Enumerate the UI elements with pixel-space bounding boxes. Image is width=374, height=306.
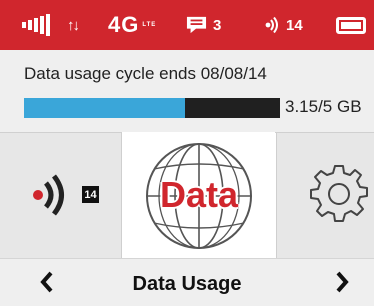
wifi-broadcast-icon: [33, 174, 64, 216]
messages-indicator[interactable]: 3: [184, 0, 221, 50]
cycle-end-text: Data usage cycle ends 08/08/14: [24, 64, 267, 83]
footer-nav: Data Usage: [0, 258, 374, 306]
wifi-broadcast-icon: [265, 16, 278, 34]
gear-icon: [310, 165, 368, 222]
wifi-clients-count: 14: [286, 16, 303, 34]
usage-amount-text: 3.15/5 GB: [285, 97, 362, 116]
network-type-indicator: 4G LTE: [108, 0, 157, 50]
network-type-label: 4G: [108, 12, 140, 37]
message-icon: [186, 16, 207, 34]
tile-wifi-clients[interactable]: 14: [0, 132, 121, 259]
page-title: Data Usage: [132, 273, 242, 295]
chevron-right-icon[interactable]: [335, 271, 349, 293]
messages-count: 3: [213, 16, 222, 34]
menu-carousel: 14 Data: [0, 132, 374, 258]
tile-data-usage[interactable]: Data: [121, 132, 277, 258]
data-usage-panel: Data usage cycle ends 08/08/14 3.15/5 GB: [0, 50, 374, 132]
battery-icon: [336, 0, 366, 50]
data-tile-label: Data: [159, 174, 239, 215]
tile-settings[interactable]: [275, 132, 374, 259]
signal-strength-icon: [22, 0, 52, 50]
wifi-clients-indicator: 14: [265, 0, 303, 50]
usage-progress-bar: [24, 98, 280, 118]
data-activity-icon: ↑↓: [67, 16, 80, 34]
network-sub-label: LTE: [142, 22, 157, 28]
status-bar: ↑↓ 4G LTE 3 14: [0, 0, 374, 50]
usage-progress-fill: [24, 98, 186, 118]
wifi-clients-badge: 14: [82, 186, 99, 203]
battery-fill: [341, 21, 361, 29]
